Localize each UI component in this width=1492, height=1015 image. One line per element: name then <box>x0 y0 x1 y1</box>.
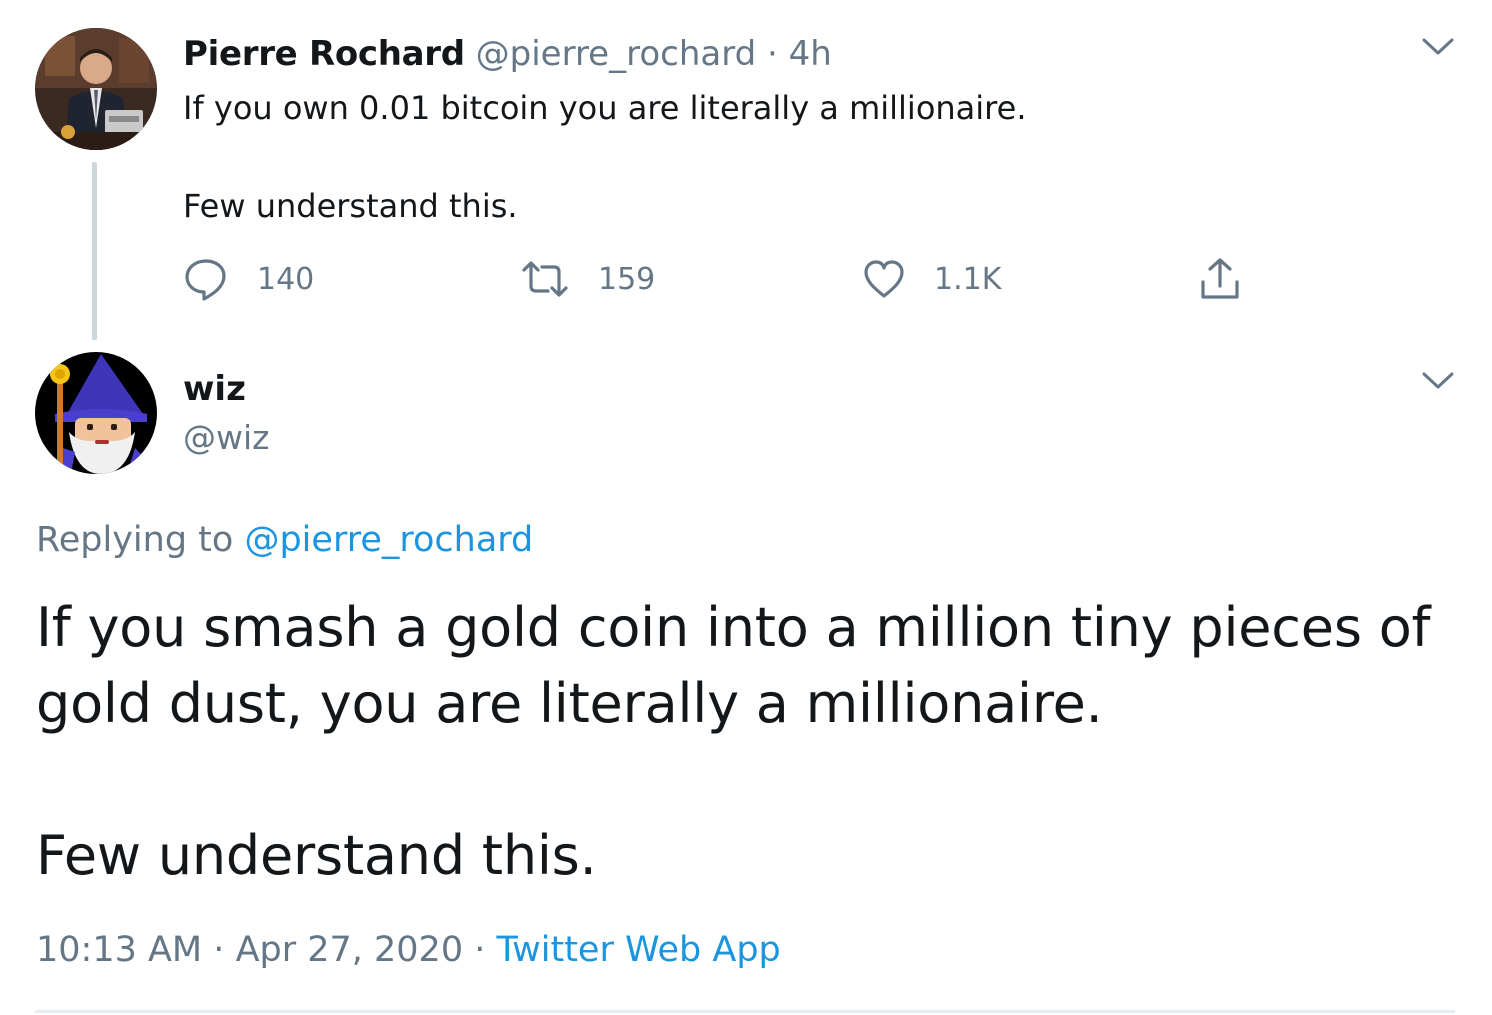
retweet-button[interactable]: 159 <box>520 254 655 304</box>
tweet-text-line: Few understand this. <box>183 187 518 225</box>
avatar[interactable] <box>35 352 157 474</box>
share-button[interactable] <box>1197 254 1243 304</box>
heart-icon <box>862 257 906 301</box>
tweet-text: If you own 0.01 bitcoin you are literall… <box>183 84 1333 231</box>
tweet-header: Pierre Rochard @pierre_rochard · 4h <box>183 30 832 78</box>
reply-button[interactable]: 140 <box>183 254 314 304</box>
thread-line <box>92 162 97 340</box>
tweet-text-line: If you smash a gold coin into a million … <box>36 596 1431 735</box>
tweet-date[interactable]: Apr 27, 2020 <box>236 930 464 970</box>
meta-separator: · <box>474 930 486 970</box>
reply-count: 140 <box>257 261 315 297</box>
author-name[interactable]: wiz <box>183 366 246 412</box>
reply-icon <box>183 256 229 302</box>
tweet-text: If you smash a gold coin into a million … <box>36 590 1456 894</box>
header-separator: · <box>767 34 778 74</box>
like-count: 1.1K <box>934 261 1002 297</box>
tweet-source-link[interactable]: Twitter Web App <box>497 930 781 970</box>
chevron-down-icon[interactable] <box>1421 370 1455 392</box>
tweet-metadata: 10:13 AM · Apr 27, 2020 · Twitter Web Ap… <box>36 925 781 975</box>
avatar[interactable] <box>35 28 157 150</box>
like-button[interactable]: 1.1K <box>862 254 1001 304</box>
chevron-down-icon[interactable] <box>1421 36 1455 58</box>
retweet-icon <box>520 256 570 302</box>
replying-handle-link[interactable]: @pierre_rochard <box>244 520 533 560</box>
author-handle[interactable]: @pierre_rochard <box>476 34 757 74</box>
share-icon <box>1197 256 1243 302</box>
author-name[interactable]: Pierre Rochard <box>183 34 465 74</box>
meta-separator: · <box>213 930 225 970</box>
author-handle[interactable]: @wiz <box>183 415 269 461</box>
retweet-count: 159 <box>598 261 656 297</box>
replying-label: Replying to <box>36 520 234 560</box>
replying-to: Replying to @pierre_rochard <box>36 515 533 565</box>
tweet-time[interactable]: 4h <box>789 34 832 74</box>
tweet-time[interactable]: 10:13 AM <box>36 930 202 970</box>
divider <box>35 1010 1455 1013</box>
tweet-text-line: If you own 0.01 bitcoin you are literall… <box>183 89 1027 127</box>
tweet-text-line: Few understand this. <box>36 824 597 887</box>
